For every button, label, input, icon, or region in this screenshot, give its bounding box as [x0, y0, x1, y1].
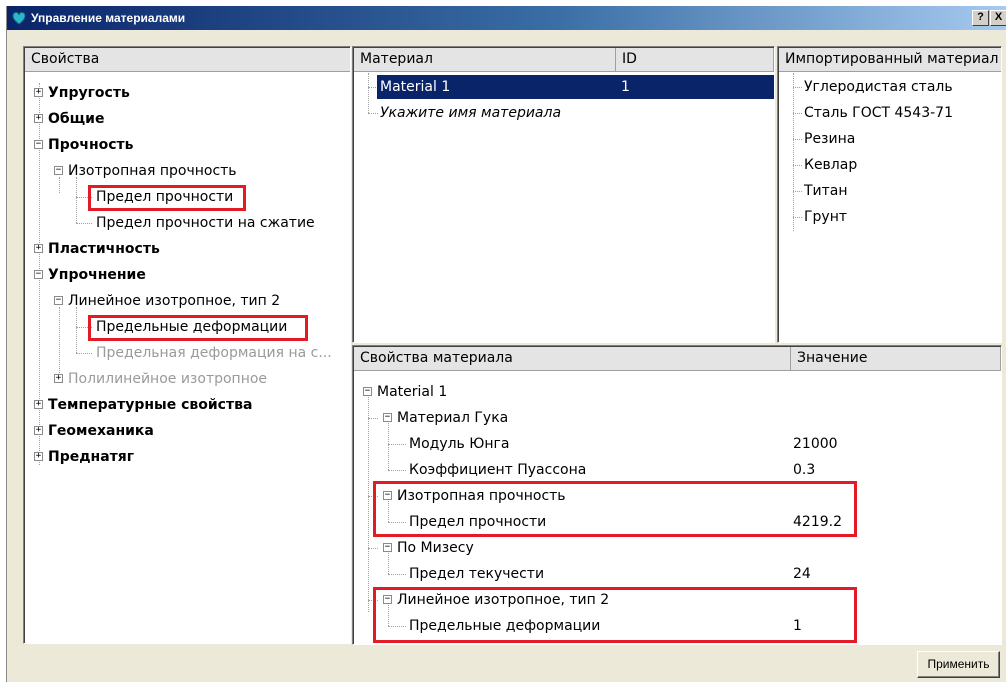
tree-item-plasticity[interactable]: Пластичность: [48, 236, 160, 262]
expand-icon[interactable]: +: [34, 244, 43, 253]
tree-line: [793, 217, 802, 218]
property-column-header[interactable]: Свойства материала: [354, 347, 791, 371]
highlight-box: [373, 481, 857, 537]
prop-poisson-ratio[interactable]: Коэффициент Пуассона: [409, 457, 586, 483]
tree-item-pretension[interactable]: Преднатяг: [48, 444, 134, 470]
tree-line: [793, 73, 794, 231]
collapse-icon[interactable]: −: [383, 543, 392, 552]
apply-button[interactable]: Применить: [917, 651, 1000, 678]
highlight-box: [88, 185, 246, 211]
tree-line: [76, 223, 92, 224]
tree-item-compressive-strength[interactable]: Предел прочности на сжатие: [96, 210, 315, 236]
collapse-icon[interactable]: −: [34, 140, 43, 149]
tree-item-ultimate-strain-compression[interactable]: Предельная деформация на с...: [96, 340, 332, 366]
tree-line: [59, 307, 60, 373]
tree-item-strength[interactable]: Прочность: [48, 132, 134, 158]
prop-von-mises[interactable]: По Мизесу: [397, 535, 474, 561]
window-title: Управление материалами: [31, 11, 186, 25]
material-name[interactable]: Material 1: [380, 74, 450, 100]
materials-list-panel: Материал ID Material 1 1 Укажите имя мат…: [352, 46, 775, 343]
expand-icon[interactable]: +: [34, 400, 43, 409]
material-properties-panel: Свойства материала Значение − Material 1…: [352, 345, 1002, 645]
help-button[interactable]: ?: [972, 10, 989, 26]
tree-item-general[interactable]: Общие: [48, 106, 104, 132]
tree-item-thermal[interactable]: Температурные свойства: [48, 392, 252, 418]
new-material-placeholder[interactable]: Укажите имя материала: [380, 100, 561, 126]
tree-item-multilinear-isotropic[interactable]: Полилинейное изотропное: [68, 366, 267, 392]
collapse-icon[interactable]: −: [54, 296, 63, 305]
tree-line: [368, 73, 369, 113]
expand-icon[interactable]: +: [54, 374, 63, 383]
tree-line: [368, 113, 378, 114]
material-column-header[interactable]: Материал: [354, 48, 616, 72]
prop-material-name[interactable]: Material 1: [377, 379, 447, 405]
tree-line: [59, 177, 60, 193]
materials-window: Управление материалами ? X Свойства + Уп…: [6, 6, 1006, 682]
imported-item[interactable]: Титан: [804, 178, 848, 204]
tree-line: [388, 470, 406, 471]
expand-icon[interactable]: +: [34, 114, 43, 123]
app-logo-icon: [12, 12, 26, 25]
properties-header[interactable]: Свойства: [25, 48, 350, 72]
expand-icon[interactable]: +: [34, 88, 43, 97]
imported-item[interactable]: Кевлар: [804, 152, 857, 178]
title-bar: Управление материалами ? X: [7, 6, 1006, 30]
collapse-icon[interactable]: −: [383, 413, 392, 422]
tree-item-elasticity[interactable]: Упругость: [48, 80, 130, 106]
tree-item-geomechanics[interactable]: Геомеханика: [48, 418, 154, 444]
tree-line: [388, 444, 406, 445]
tree-item-hardening[interactable]: Упрочнение: [48, 262, 146, 288]
collapse-icon[interactable]: −: [54, 166, 63, 175]
imported-item[interactable]: Грунт: [804, 204, 847, 230]
tree-line: [368, 418, 378, 419]
collapse-icon[interactable]: −: [363, 387, 372, 396]
tree-line: [368, 548, 378, 549]
imported-item[interactable]: Сталь ГОСТ 4543-71: [804, 100, 953, 126]
tree-line: [793, 165, 802, 166]
expand-icon[interactable]: +: [34, 452, 43, 461]
expand-icon[interactable]: +: [34, 426, 43, 435]
prop-poisson-ratio-value[interactable]: 0.3: [793, 457, 815, 483]
value-column-header[interactable]: Значение: [791, 347, 1001, 371]
material-id[interactable]: 1: [621, 74, 630, 100]
tree-item-linear-isotropic[interactable]: Линейное изотропное, тип 2: [68, 288, 280, 314]
tree-line: [388, 574, 406, 575]
properties-tree-panel: Свойства + Упругость + Общие − Прочность…: [23, 46, 351, 644]
highlight-box: [373, 587, 857, 643]
collapse-icon[interactable]: −: [34, 270, 43, 279]
imported-item[interactable]: Резина: [804, 126, 855, 152]
tree-line: [793, 113, 802, 114]
imported-item[interactable]: Углеродистая сталь: [804, 74, 953, 100]
tree-line: [368, 392, 369, 612]
tree-line: [793, 87, 802, 88]
imported-header[interactable]: Импортированный материал: [779, 48, 1001, 72]
tree-line: [76, 353, 92, 354]
prop-youngs-modulus[interactable]: Модуль Юнга: [409, 431, 509, 457]
prop-yield-strength[interactable]: Предел текучести: [409, 561, 544, 587]
prop-youngs-modulus-value[interactable]: 21000: [793, 431, 838, 457]
tree-line: [793, 191, 802, 192]
id-column-header[interactable]: ID: [616, 48, 774, 72]
imported-materials-panel: Импортированный материал Углеродистая ст…: [777, 46, 1002, 343]
tree-line: [793, 139, 802, 140]
prop-hooke-material[interactable]: Материал Гука: [397, 405, 508, 431]
highlight-box: [88, 315, 308, 341]
tree-item-isotropic-strength[interactable]: Изотропная прочность: [68, 158, 237, 184]
prop-yield-strength-value[interactable]: 24: [793, 561, 811, 587]
close-button[interactable]: X: [990, 10, 1006, 26]
